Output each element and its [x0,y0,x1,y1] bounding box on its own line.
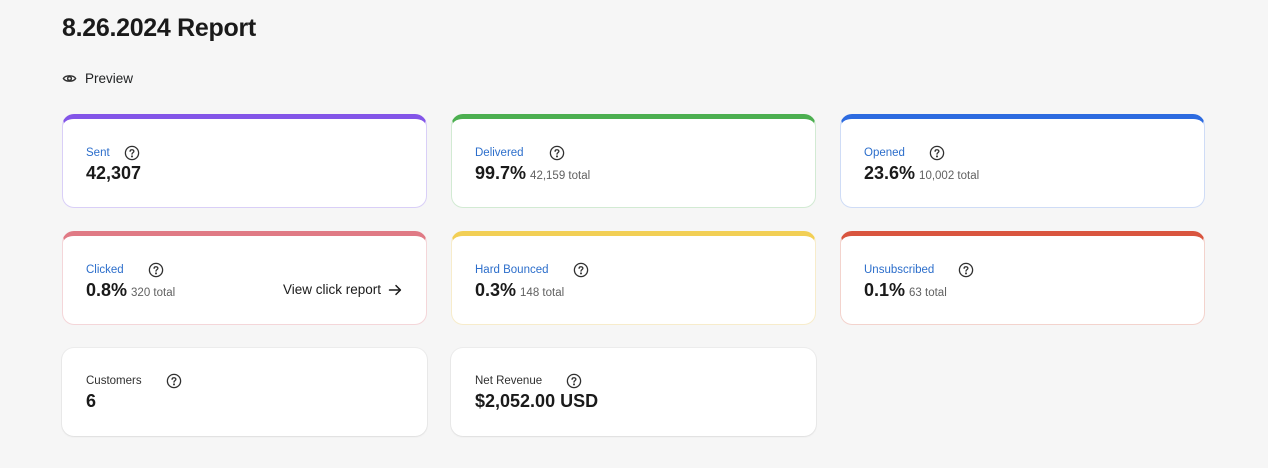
eye-icon [62,71,77,86]
stat-total: 148 total [520,287,565,299]
stat-value: 6 [86,391,97,411]
stat-card-delivered: Delivered 99.7% 42,159 total [451,114,816,208]
question-circle-icon[interactable] [148,262,164,278]
question-circle-icon[interactable] [166,373,182,389]
stat-label: Hard Bounced [475,264,549,276]
stat-label: Net Revenue [475,375,543,387]
question-circle-icon[interactable] [549,145,565,161]
stat-card-net-revenue: Net Revenue $2,052.00 USD [451,348,816,436]
question-circle-icon[interactable] [573,262,589,278]
stat-value: 42,307 [86,163,142,183]
stat-value: 99.7% [475,163,527,183]
stat-value: $2,052.00 USD [475,391,599,411]
stat-label: Sent [86,147,110,159]
stat-card-clicked: Clicked 0.8% 320 total View click report [62,231,427,325]
question-circle-icon[interactable] [958,262,974,278]
stat-label: Clicked [86,264,124,276]
stat-value: 0.3% [475,280,517,300]
stat-label: Unsubscribed [864,264,935,276]
question-circle-icon[interactable] [929,145,945,161]
stat-card-opened: Opened 23.6% 10,002 total [840,114,1205,208]
stat-label: Customers [86,375,142,387]
stat-card-customers: Customers 6 [62,348,427,436]
preview-button[interactable]: Preview [62,71,133,86]
stat-total: 10,002 total [919,170,980,182]
stat-value: 0.1% [864,280,906,300]
view-click-report-link[interactable]: View click report [283,282,402,297]
stat-total: 63 total [909,287,947,299]
stat-value: 23.6% [864,163,916,183]
stat-card-unsubscribed: Unsubscribed 0.1% 63 total [840,231,1205,325]
stat-total: 42,159 total [530,170,591,182]
stat-label: Delivered [475,147,524,159]
stat-card-hard-bounced: Hard Bounced 0.3% 148 total [451,231,816,325]
question-circle-icon[interactable] [124,145,140,161]
preview-label: Preview [85,71,134,86]
question-circle-icon[interactable] [566,373,582,389]
stat-label: Opened [864,147,905,159]
stat-card-sent: Sent 42,307 [62,114,427,208]
page-title: 8.26.2024 Report [62,14,256,42]
report-page: 8.26.2024 Report Preview Sent 42,307 Del… [0,0,1268,468]
view-click-report-label: View click report [282,282,381,297]
stat-total: 320 total [131,287,176,299]
stat-value: 0.8% [86,280,128,300]
arrow-right-icon [388,283,402,297]
